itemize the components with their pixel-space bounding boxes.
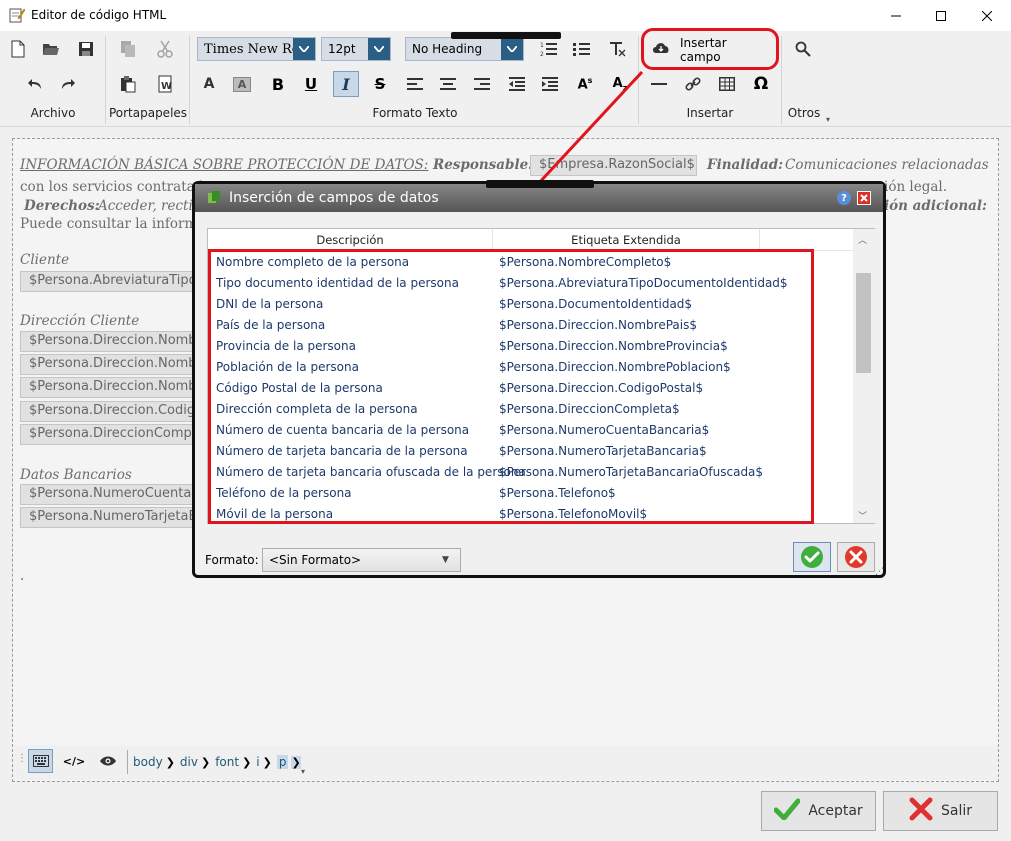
format-label: Formato:	[205, 553, 259, 567]
scroll-down-icon[interactable]: ﹀	[858, 509, 867, 522]
scroll-thumb[interactable]	[856, 273, 871, 373]
dialog-titlebar[interactable]: Inserción de campos de datos	[195, 184, 883, 212]
dialog-drag-handle[interactable]	[486, 180, 594, 188]
dialog-close-icon[interactable]	[857, 191, 871, 205]
resize-grip-icon[interactable]: ⋰	[875, 567, 884, 577]
dialog-title: Inserción de campos de datos	[229, 190, 439, 206]
highlight-grid-rows	[208, 249, 814, 524]
dialog-cancel-button[interactable]	[837, 542, 875, 572]
scroll-up-icon[interactable]: ︿	[858, 233, 867, 246]
grid-scrollbar[interactable]: ︿ ﹀	[853, 229, 875, 523]
cross-icon	[845, 546, 867, 568]
help-icon[interactable]: ?	[837, 191, 851, 205]
check-icon	[801, 546, 823, 568]
dialog-app-icon	[207, 190, 221, 207]
grid-header: Descripción Etiqueta Extendida	[208, 229, 874, 251]
chevron-down-icon: ▼	[442, 555, 449, 565]
insert-field-dialog: Inserción de campos de datos ? Descripci…	[192, 180, 886, 578]
column-header-etiqueta[interactable]: Etiqueta Extendida	[493, 229, 760, 251]
column-header-descripcion[interactable]: Descripción	[208, 229, 493, 251]
dialog-ok-button[interactable]	[793, 542, 831, 572]
format-select[interactable]: <Sin Formato> ▼	[262, 548, 461, 572]
format-value: <Sin Formato>	[269, 553, 362, 567]
